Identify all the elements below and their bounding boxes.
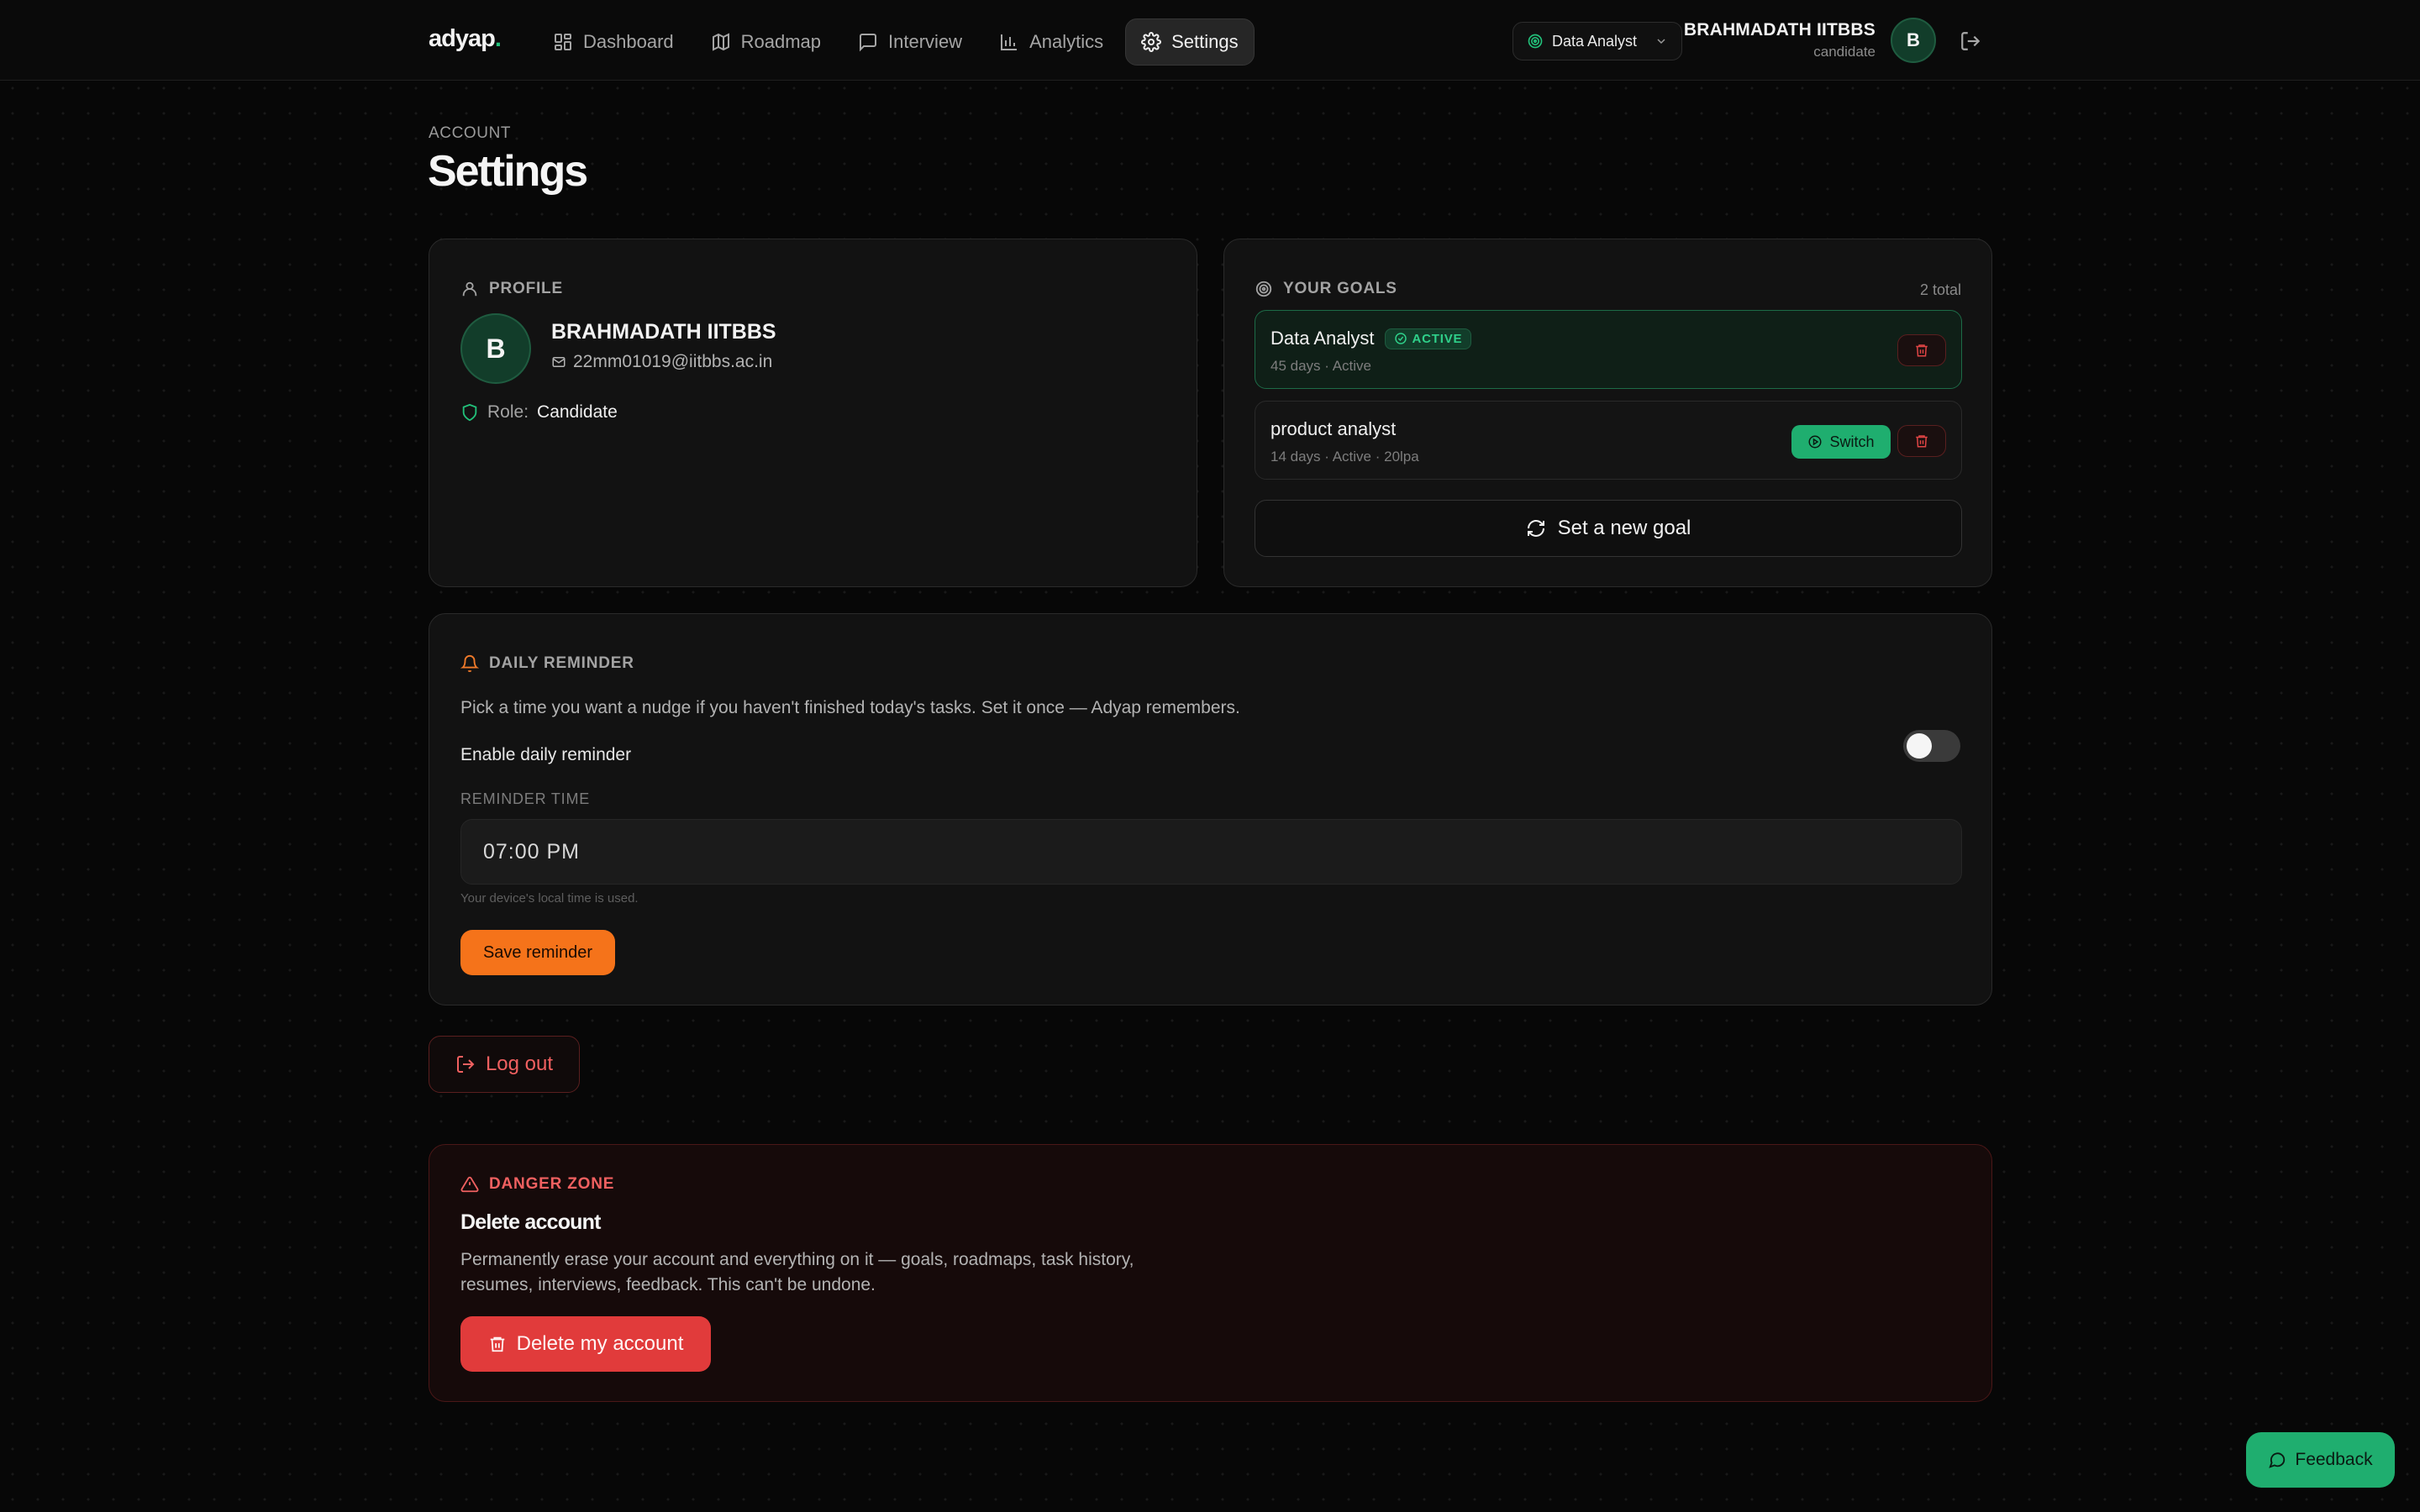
chevron-down-icon — [1655, 34, 1668, 48]
switch-goal-button[interactable]: Switch — [1791, 425, 1891, 459]
nav-link-label: Interview — [888, 31, 963, 52]
chat-icon — [858, 32, 878, 52]
user-info: BRAHMADATH IITBBS candidate — [1684, 20, 1876, 60]
save-reminder-button[interactable]: Save reminder — [460, 930, 615, 975]
user-name: BRAHMADATH IITBBS — [1683, 20, 1876, 39]
top-navigation-bar: adyap. Dashboard Roadmap Interview Analy… — [0, 0, 2420, 81]
user-role: candidate — [1813, 44, 1876, 60]
refresh-icon — [1526, 518, 1546, 538]
nav-link-interview[interactable]: Interview — [843, 18, 977, 66]
logout-button[interactable]: Log out — [429, 1036, 580, 1093]
goal-name: product analyst — [1270, 418, 1397, 439]
check-circle-icon — [1394, 332, 1407, 345]
goals-card: YOUR GOALS 2 total Data Analyst ACTIVE 4… — [1223, 239, 1992, 587]
daily-reminder-card: DAILY REMINDER Pick a time you want a nu… — [429, 613, 1992, 1005]
play-circle-icon — [1807, 434, 1823, 449]
danger-description: Permanently erase your account and every… — [460, 1250, 1134, 1294]
enable-reminder-toggle[interactable] — [1903, 730, 1960, 762]
delete-goal-button[interactable] — [1897, 334, 1946, 366]
active-goal-label: Data Analyst — [1552, 32, 1638, 50]
gear-icon — [1141, 32, 1162, 52]
reminder-description: Pick a time you want a nudge if you have… — [460, 698, 1240, 717]
avatar[interactable]: B — [1891, 18, 1936, 63]
logout-icon[interactable] — [1960, 30, 1981, 52]
goals-section-label: YOUR GOALS — [1255, 280, 1397, 298]
profile-card: PROFILE B BRAHMADATH IITBBS 22mm01019@ii… — [429, 239, 1197, 587]
map-icon — [711, 32, 731, 52]
profile-avatar: B — [460, 313, 531, 384]
active-goal-dropdown[interactable]: Data Analyst — [1512, 22, 1682, 60]
message-circle-icon — [2268, 1451, 2286, 1469]
danger-zone-card: DANGER ZONE Delete account Permanently e… — [429, 1144, 1992, 1402]
trash-icon — [1914, 343, 1929, 358]
target-icon — [1527, 33, 1544, 50]
reminder-section-label: DAILY REMINDER — [460, 654, 634, 673]
app-logo[interactable]: adyap. — [429, 25, 502, 59]
goal-name: Data Analyst — [1270, 328, 1375, 349]
nav-link-analytics[interactable]: Analytics — [984, 18, 1118, 66]
nav-link-label: Dashboard — [583, 31, 674, 52]
nav-link-dashboard[interactable]: Dashboard — [538, 18, 689, 66]
bar-chart-icon — [999, 32, 1019, 52]
dashboard-icon — [553, 32, 573, 52]
page-title: Settings — [428, 147, 588, 196]
delete-goal-button[interactable] — [1897, 425, 1946, 457]
trash-icon — [1914, 433, 1929, 449]
goal-item-product-analyst[interactable]: product analyst 14 days · Active · 20lpa… — [1255, 401, 1962, 480]
status-badge: ACTIVE — [1384, 328, 1472, 349]
reminder-time-label: REMINDER TIME — [460, 790, 591, 807]
set-new-goal-button[interactable]: Set a new goal — [1255, 500, 1962, 557]
goals-count: 2 total — [1919, 281, 1961, 298]
goal-item-data-analyst[interactable]: Data Analyst ACTIVE 45 days · Active — [1255, 310, 1962, 389]
profile-role: Role: Candidate — [460, 402, 618, 423]
toggle-knob — [1907, 733, 1932, 759]
warning-icon — [460, 1175, 479, 1194]
profile-name: BRAHMADATH IITBBS — [551, 320, 776, 344]
danger-section-label: DANGER ZONE — [460, 1175, 614, 1194]
nav-link-label: Roadmap — [740, 31, 822, 52]
nav-link-label: Settings — [1171, 31, 1239, 52]
reminder-time-help: Your device's local time is used. — [460, 891, 639, 906]
page-eyebrow: ACCOUNT — [429, 124, 512, 142]
target-icon — [1255, 280, 1273, 298]
bell-icon — [460, 654, 479, 673]
nav-link-label: Analytics — [1029, 31, 1104, 52]
goal-meta: 14 days · Active · 20lpa — [1270, 449, 1419, 465]
profile-email: 22mm01019@iitbbs.ac.in — [551, 352, 772, 372]
logout-icon — [455, 1054, 476, 1074]
main-nav-links: Dashboard Roadmap Interview Analytics Se… — [538, 18, 1255, 66]
feedback-button[interactable]: Feedback — [2246, 1432, 2395, 1488]
role-value: Candidate — [537, 402, 618, 422]
reminder-time-input[interactable] — [460, 819, 1962, 885]
enable-reminder-label: Enable daily reminder — [460, 745, 632, 764]
goal-meta: 45 days · Active — [1270, 358, 1372, 374]
mail-icon — [551, 354, 566, 370]
nav-link-roadmap[interactable]: Roadmap — [696, 18, 836, 66]
nav-link-settings[interactable]: Settings — [1125, 18, 1255, 66]
danger-title: Delete account — [460, 1210, 601, 1234]
user-icon — [460, 280, 479, 298]
delete-account-button[interactable]: Delete my account — [460, 1316, 711, 1372]
shield-icon — [460, 403, 479, 422]
role-label: Role: — [487, 402, 529, 422]
profile-section-label: PROFILE — [460, 280, 563, 298]
trash-icon — [488, 1335, 507, 1353]
